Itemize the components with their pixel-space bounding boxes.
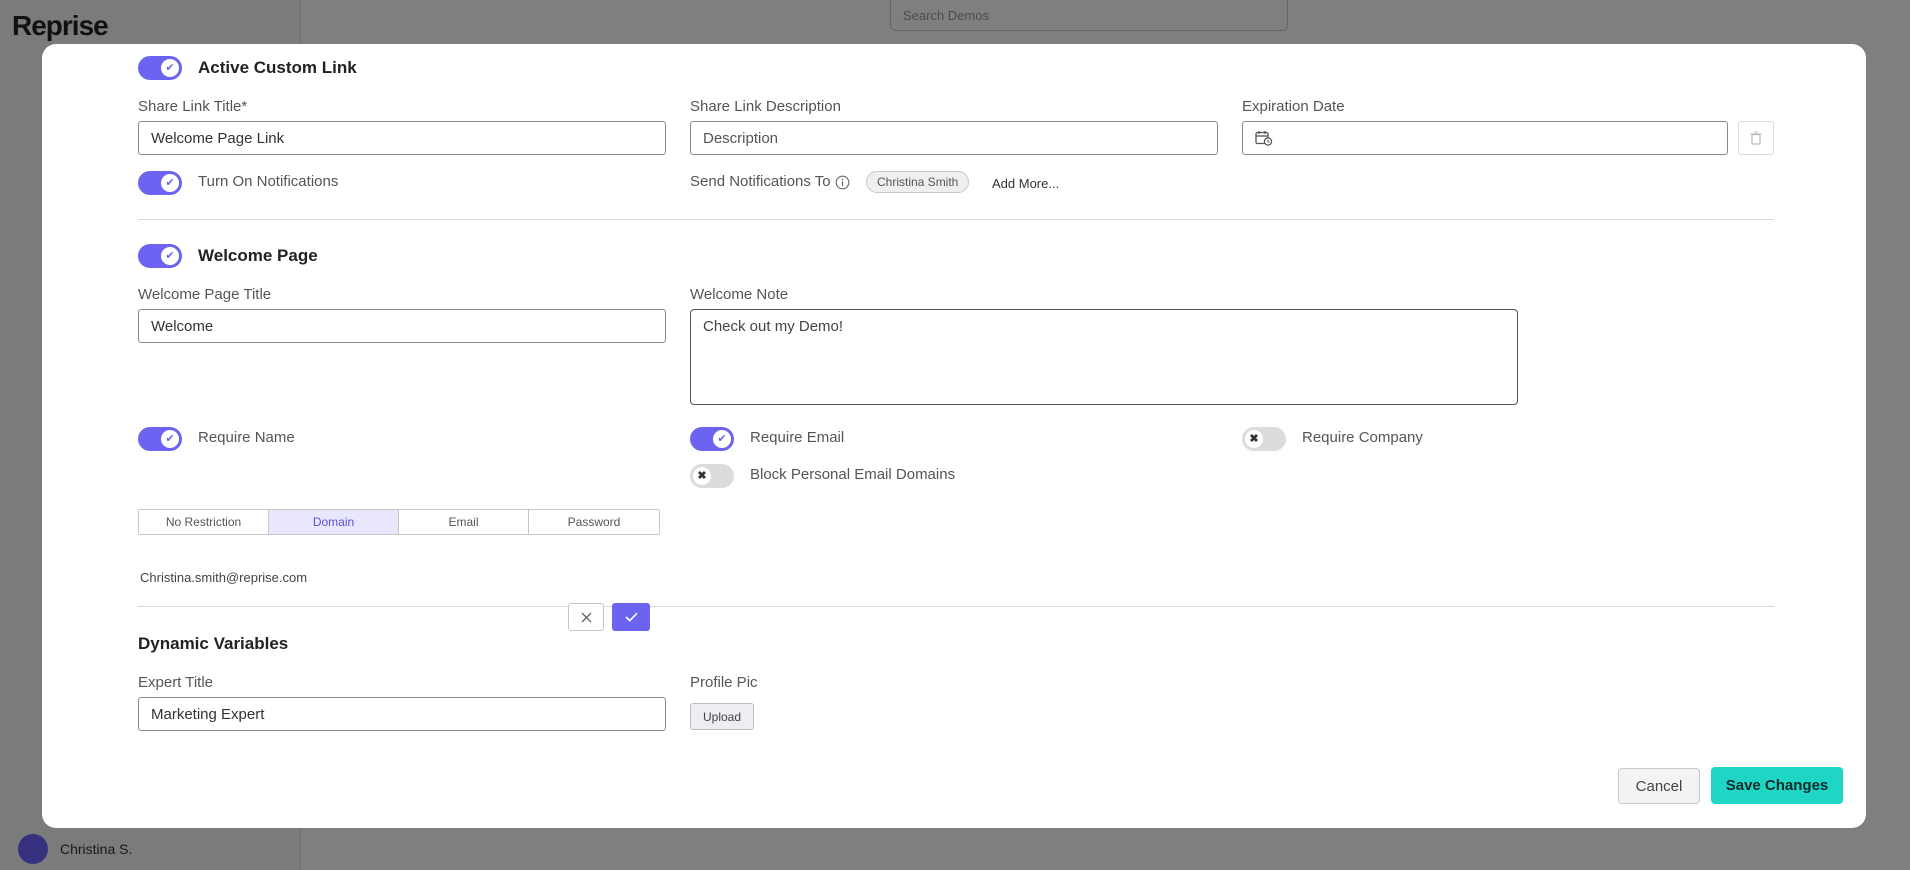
restriction-segmented-control: No Restriction Domain Email Password: [138, 509, 660, 535]
restriction-option-password[interactable]: Password: [529, 510, 659, 534]
save-changes-button[interactable]: Save Changes: [1711, 767, 1843, 804]
domain-value-text[interactable]: Christina.smith@reprise.com: [140, 570, 307, 585]
welcome-page-toggle[interactable]: ✔: [138, 244, 182, 268]
share-link-description-input[interactable]: [690, 121, 1218, 155]
expert-title-label: Expert Title: [138, 674, 214, 691]
calendar-icon: [1255, 130, 1273, 146]
share-link-title-input[interactable]: [138, 121, 666, 155]
require-name-toggle[interactable]: ✔: [138, 427, 182, 451]
send-notifications-to-label: Send Notifications To: [690, 173, 831, 190]
check-icon: ✔: [161, 174, 179, 192]
x-icon: ✖: [1245, 430, 1263, 448]
delete-expiration-button[interactable]: [1738, 121, 1774, 155]
require-company-toggle[interactable]: ✖: [1242, 427, 1286, 451]
active-custom-link-toggle[interactable]: ✔: [138, 56, 182, 80]
require-name-label: Require Name: [198, 429, 295, 446]
section-divider: [138, 606, 1774, 607]
info-icon[interactable]: [835, 175, 850, 190]
add-more-recipients-button[interactable]: Add More...: [992, 176, 1059, 191]
dynamic-variables-title: Dynamic Variables: [138, 634, 289, 653]
expert-title-input[interactable]: [138, 697, 666, 731]
notifications-toggle[interactable]: ✔: [138, 171, 182, 195]
cancel-button[interactable]: Cancel: [1618, 768, 1700, 804]
profile-pic-label: Profile Pic: [690, 674, 758, 691]
edit-share-link-modal: ✔ Active Custom Link Share Link Title* S…: [42, 44, 1866, 828]
welcome-note-label: Welcome Note: [690, 286, 789, 303]
check-icon: ✔: [713, 430, 731, 448]
close-icon: [581, 612, 592, 623]
x-icon: ✖: [693, 467, 711, 485]
require-company-label: Require Company: [1302, 429, 1423, 446]
notifications-label: Turn On Notifications: [198, 173, 339, 190]
welcome-note-textarea[interactable]: Check out my Demo!: [690, 309, 1518, 405]
trash-icon: [1750, 131, 1762, 145]
welcome-page-title-label: Welcome Page Title: [138, 286, 272, 303]
confirm-edit-button[interactable]: [612, 603, 650, 631]
check-icon: ✔: [161, 430, 179, 448]
share-link-title-label: Share Link Title*: [138, 98, 248, 115]
cancel-edit-button[interactable]: [568, 603, 604, 631]
expiration-date-label: Expiration Date: [1242, 98, 1345, 115]
upload-button[interactable]: Upload: [690, 703, 754, 730]
check-icon: ✔: [161, 247, 179, 265]
restriction-option-domain[interactable]: Domain: [269, 510, 399, 534]
restriction-option-email[interactable]: Email: [399, 510, 529, 534]
welcome-page-title-input[interactable]: [138, 309, 666, 343]
active-custom-link-title: Active Custom Link: [198, 58, 357, 77]
share-link-description-label: Share Link Description: [690, 98, 841, 115]
require-email-label: Require Email: [750, 429, 845, 446]
check-icon: [624, 612, 638, 622]
block-personal-domains-label: Block Personal Email Domains: [750, 466, 956, 483]
block-personal-domains-toggle[interactable]: ✖: [690, 464, 734, 488]
check-icon: ✔: [161, 59, 179, 77]
section-divider: [138, 219, 1774, 220]
expiration-date-input[interactable]: [1242, 121, 1728, 155]
recipient-chip[interactable]: Christina Smith: [866, 171, 970, 193]
welcome-page-title: Welcome Page: [198, 246, 318, 265]
require-email-toggle[interactable]: ✔: [690, 427, 734, 451]
restriction-option-no-restriction[interactable]: No Restriction: [139, 510, 269, 534]
